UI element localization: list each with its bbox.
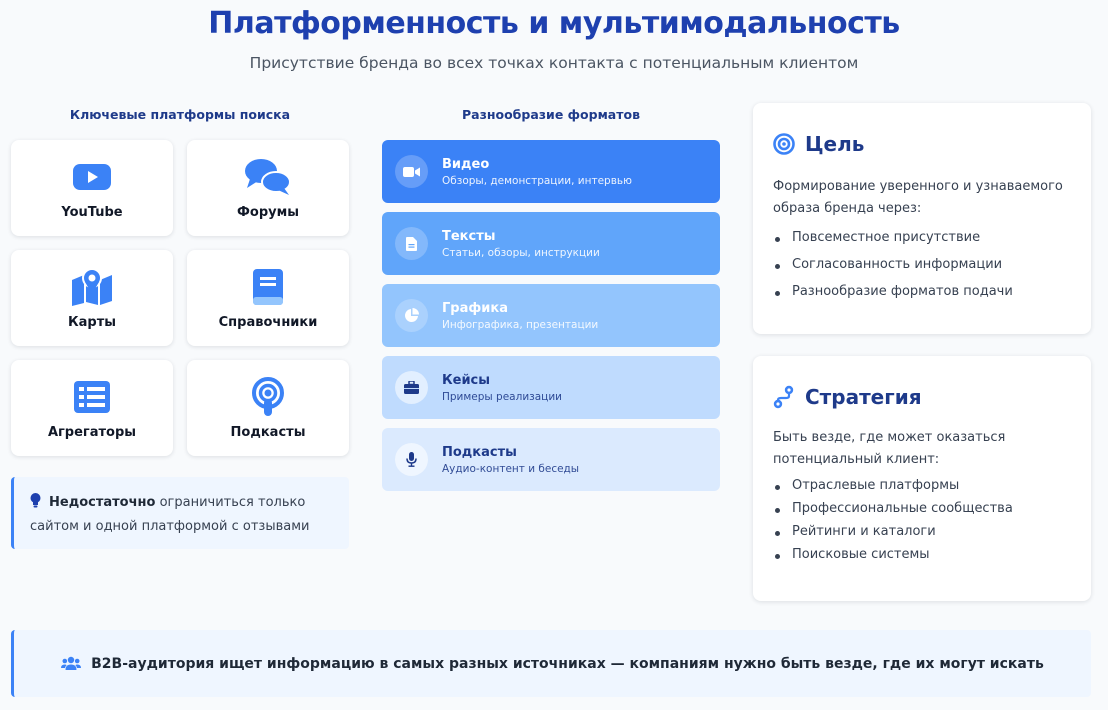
insufficient-note: Недостаточно ограничиться только сайтом …: [11, 477, 349, 549]
book-icon: [251, 267, 285, 307]
platform-tile-podcasts: Подкасты: [187, 360, 349, 456]
podcast-icon: [250, 376, 286, 417]
platform-tile-directories: Справочники: [187, 250, 349, 346]
strategy-list-item: Профессиональные сообщества: [773, 501, 1071, 516]
users-icon: [61, 656, 91, 671]
formats-heading: Разнообразие форматов: [462, 107, 640, 122]
platform-label: Карты: [68, 314, 116, 330]
page-title: Платформенность и мультимодальность: [208, 6, 900, 41]
format-title: Видео: [442, 156, 490, 172]
format-item-graphics: Графика Инфографика, презентации: [382, 284, 720, 347]
platform-label: Форумы: [237, 204, 299, 220]
youtube-icon: [72, 157, 112, 197]
platform-label: Подкасты: [230, 424, 306, 440]
strategy-header: Стратегия: [773, 385, 1071, 409]
format-item-texts: Тексты Статьи, обзоры, инструкции: [382, 212, 720, 275]
goal-header: Цель: [773, 132, 1071, 156]
goal-title: Цель: [805, 132, 865, 156]
format-item-podcasts: Подкасты Аудио-контент и беседы: [382, 428, 720, 491]
map-pin-icon: [70, 267, 114, 307]
goal-list-item: Согласованность информации: [773, 257, 1071, 272]
format-item-video: Видео Обзоры, демонстрации, интервью: [382, 140, 720, 203]
platform-label: Агрегаторы: [47, 424, 137, 440]
goal-list-item: Разнообразие форматов подачи: [773, 284, 1071, 299]
target-icon: [773, 133, 805, 155]
goal-list: Повсеместное присутствие Согласованность…: [773, 230, 1071, 299]
format-title: Тексты: [442, 228, 496, 244]
microphone-icon: [395, 443, 428, 476]
format-item-cases: Кейсы Примеры реализации: [382, 356, 720, 419]
format-description: Статьи, обзоры, инструкции: [442, 246, 600, 259]
platform-tile-youtube: YouTube: [11, 140, 173, 236]
strategy-list-item: Рейтинги и каталоги: [773, 524, 1071, 539]
pie-chart-icon: [395, 299, 428, 332]
platform-tile-maps: Карты: [11, 250, 173, 346]
platforms-heading: Ключевые платформы поиска: [69, 107, 291, 122]
footer-text: B2B-аудитория ищет информацию в самых ра…: [91, 655, 1044, 672]
platform-tile-aggregators: Агрегаторы: [11, 360, 173, 456]
format-description: Инфографика, презентации: [442, 318, 599, 331]
strategy-text: Быть везде, где может оказаться потенциа…: [773, 430, 1006, 467]
strategy-list: Отраслевые платформы Профессиональные со…: [773, 478, 1071, 562]
briefcase-icon: [395, 371, 428, 404]
page-subtitle: Присутствие бренда во всех точках контак…: [249, 54, 859, 72]
strategy-list-item: Отраслевые платформы: [773, 478, 1071, 493]
format-description: Обзоры, демонстрации, интервью: [442, 174, 632, 187]
comments-icon: [244, 157, 292, 197]
format-title: Графика: [442, 300, 508, 316]
strategy-list-item: Поисковые системы: [773, 547, 1071, 562]
goal-card: Цель Формирование уверенного и узнаваемо…: [753, 103, 1091, 334]
strategy-title: Стратегия: [805, 385, 922, 409]
platform-tile-forums: Форумы: [187, 140, 349, 236]
strategy-card: Стратегия Быть везде, где может оказатьс…: [753, 356, 1091, 601]
format-description: Аудио-контент и беседы: [442, 462, 580, 475]
format-title: Кейсы: [442, 372, 491, 388]
lightbulb-icon: [30, 493, 41, 516]
platform-label: Справочники: [218, 314, 318, 330]
platform-label: YouTube: [61, 204, 123, 220]
document-icon: [395, 227, 428, 260]
list-icon: [73, 377, 111, 417]
note-emphasis: Недостаточно: [49, 495, 156, 510]
format-title: Подкасты: [442, 444, 517, 460]
route-icon: [773, 385, 805, 409]
video-icon: [395, 155, 428, 188]
goal-text: Формирование уверенного и узнаваемого об…: [773, 179, 1063, 216]
format-description: Примеры реализации: [442, 390, 562, 403]
footer-banner: B2B-аудитория ищет информацию в самых ра…: [11, 630, 1091, 697]
goal-list-item: Повсеместное присутствие: [773, 230, 1071, 245]
